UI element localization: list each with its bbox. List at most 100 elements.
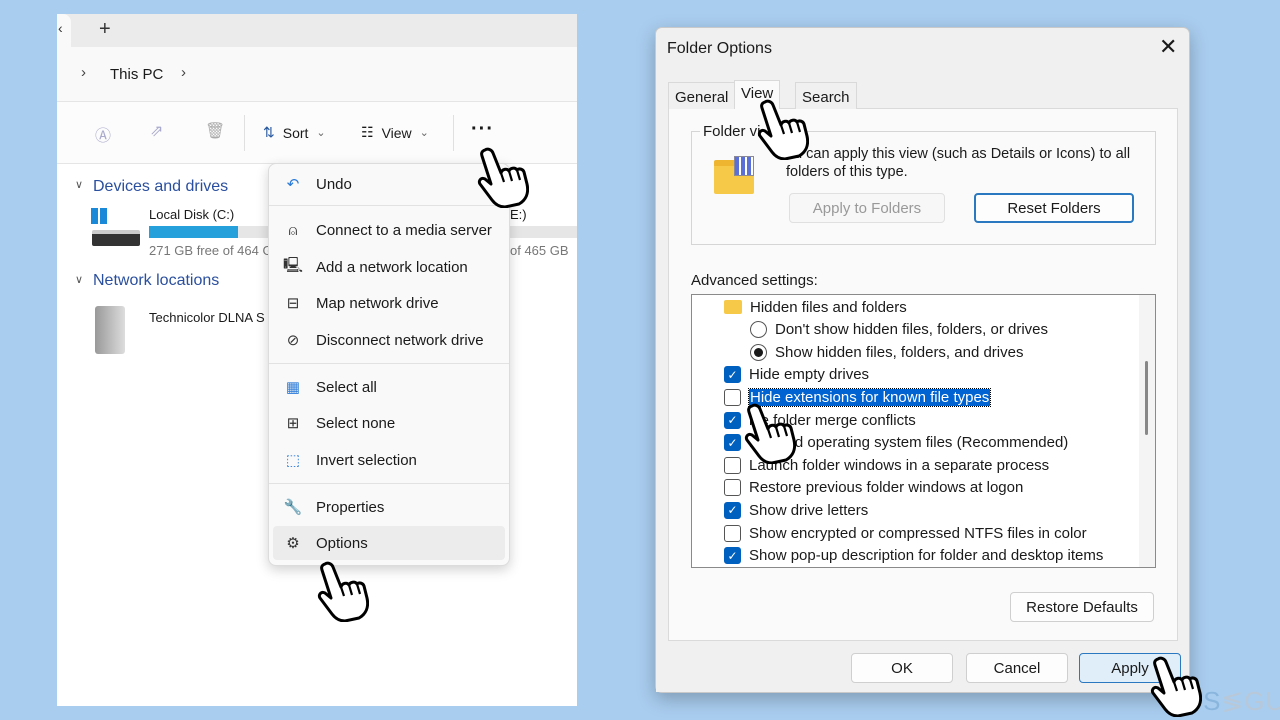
menu-label: Connect to a media server: [316, 221, 492, 239]
scrollbar[interactable]: [1139, 295, 1155, 567]
checkbox[interactable]: [724, 388, 741, 406]
sort-label: Sort: [282, 124, 309, 141]
sort-icon: ⇅: [263, 124, 275, 140]
checkbox[interactable]: ✓: [724, 411, 741, 429]
checkbox[interactable]: ✓: [724, 547, 741, 565]
divider: [269, 483, 509, 484]
close-tab-icon[interactable]: ‹: [58, 20, 63, 36]
checkbox[interactable]: [724, 456, 741, 474]
hand-cursor-icon: [742, 402, 796, 464]
setting-item[interactable]: ✓ Show pop-up description for folder and …: [724, 545, 1103, 567]
menu-label: Disconnect network drive: [316, 331, 484, 349]
chevron-down-icon[interactable]: ∨: [75, 178, 83, 191]
folder-views-legend: Folder vi: [700, 123, 764, 140]
select-none-icon: ⊞: [286, 415, 300, 432]
section-devices[interactable]: Devices and drives: [93, 178, 228, 196]
setting-label: Show hidden files, folders, and drives: [775, 343, 1024, 361]
setting-item[interactable]: Don't show hidden files, folders, or dri…: [750, 319, 1048, 341]
menu-item-disconnect-network-drive[interactable]: ⊘ Disconnect network drive: [273, 323, 505, 357]
drive-usage-fill: [149, 226, 238, 238]
checkbox[interactable]: ✓: [724, 434, 741, 452]
address-bar[interactable]: › This PC ›: [57, 47, 577, 102]
menu-label: Options: [316, 534, 368, 552]
chevron-right-icon[interactable]: ›: [181, 64, 186, 81]
menu-item-map-network-drive[interactable]: ⊟ Map network drive: [273, 286, 505, 320]
menu-item-connect-media-server[interactable]: ⍝ Connect to a media server: [273, 213, 505, 247]
menu-item-properties[interactable]: 🔧 Properties: [273, 490, 505, 524]
checkbox[interactable]: [724, 524, 741, 542]
advanced-settings-label: Advanced settings:: [691, 272, 818, 289]
menu-item-add-network-location[interactable]: 🖳 Add a network location: [273, 250, 505, 284]
radio-button[interactable]: [750, 321, 767, 339]
breadcrumb-this-pc[interactable]: This PC: [110, 66, 163, 83]
hand-cursor-icon: [1148, 655, 1202, 717]
rename-icon[interactable]: Ⓐ: [95, 122, 111, 146]
menu-label: Add a network location: [316, 258, 468, 276]
checkbox[interactable]: [724, 479, 741, 497]
menu-item-options[interactable]: ⚙ Options: [273, 526, 505, 560]
ellipsis-icon[interactable]: ···: [471, 118, 494, 141]
menu-label: Undo: [316, 175, 352, 193]
tab-general[interactable]: General: [668, 82, 736, 109]
setting-item[interactable]: Restore previous folder windows at logon: [724, 477, 1023, 499]
map-drive-icon: ⊟: [286, 295, 300, 312]
menu-item-select-all[interactable]: ▦ Select all: [273, 370, 505, 404]
section-network[interactable]: Network locations: [93, 272, 219, 290]
hand-cursor-icon: [755, 98, 809, 160]
media-server-icon: ⍝: [288, 221, 298, 239]
chevron-down-icon[interactable]: ∨: [75, 273, 83, 286]
menu-item-select-none[interactable]: ⊞ Select none: [273, 406, 505, 440]
folder-views-description: ou can apply this view (such as Details …: [786, 146, 1131, 180]
setting-label: Hide empty drives: [749, 366, 870, 384]
invert-selection-icon: ⬚: [285, 452, 301, 469]
divider: [269, 363, 509, 364]
tab-bar: ‹ +: [57, 14, 577, 47]
menu-item-invert-selection[interactable]: ⬚ Invert selection: [273, 443, 505, 477]
chevron-right-icon: ›: [81, 64, 86, 81]
network-item-name[interactable]: Technicolor DLNA S: [149, 310, 265, 325]
checkbox[interactable]: ✓: [724, 366, 741, 384]
gear-icon: ⚙: [286, 535, 300, 552]
close-icon[interactable]: ✕: [1159, 34, 1177, 60]
setting-label: Show encrypted or compressed NTFS files …: [749, 524, 1087, 542]
chevron-down-icon: ⌄: [316, 127, 326, 139]
grid-view-icon: [734, 156, 754, 176]
reset-folders-button[interactable]: Reset Folders: [974, 193, 1134, 223]
more-options-menu: ↶ Undo ⍝ Connect to a media server 🖳 Add a …: [268, 163, 510, 566]
scrollbar-thumb[interactable]: [1145, 361, 1148, 435]
menu-label: Properties: [316, 498, 385, 516]
disconnect-drive-icon: ⊘: [286, 332, 300, 349]
view-button[interactable]: ☷ View ⌄: [361, 124, 429, 141]
media-server-device-icon: [95, 306, 125, 354]
radio-button[interactable]: [750, 343, 767, 361]
drive-free-space: of 465 GB: [510, 243, 569, 258]
menu-item-undo[interactable]: ↶ Undo: [273, 167, 505, 201]
ok-button[interactable]: OK: [851, 653, 953, 683]
setting-item[interactable]: ✓ Show drive letters: [724, 499, 868, 521]
setting-item[interactable]: ✓ Hide empty drives: [724, 364, 869, 386]
apply-to-folders-button[interactable]: Apply to Folders: [789, 193, 945, 223]
checkbox[interactable]: ✓: [724, 501, 741, 519]
delete-icon[interactable]: 🗑: [205, 121, 225, 141]
share-icon[interactable]: ⇗: [150, 121, 163, 141]
menu-label: Invert selection: [316, 451, 417, 469]
cancel-button[interactable]: Cancel: [966, 653, 1068, 683]
menu-label: Map network drive: [316, 294, 439, 312]
windows-logo-icon: [91, 208, 107, 224]
setting-label: Restore previous folder windows at logon: [749, 479, 1024, 497]
drive-name[interactable]: Local Disk (C:): [149, 207, 234, 222]
select-all-icon: ▦: [285, 379, 301, 396]
setting-label: Don't show hidden files, folders, or dri…: [775, 321, 1048, 339]
setting-item[interactable]: Show hidden files, folders, and drives: [750, 341, 1023, 363]
plus-icon[interactable]: +: [99, 18, 111, 41]
folder-options-dialog: Folder Options ✕ General View Search Fol…: [655, 27, 1190, 693]
setting-label: rotected operating system files (Recomme…: [749, 434, 1069, 452]
restore-defaults-button[interactable]: Restore Defaults: [1010, 592, 1154, 622]
setting-item[interactable]: Show encrypted or compressed NTFS files …: [724, 522, 1087, 544]
drive-name[interactable]: E:): [510, 207, 527, 222]
divider: [244, 115, 245, 151]
sort-button[interactable]: ⇅ Sort ⌄: [263, 124, 326, 141]
folder-icon: [724, 300, 742, 314]
menu-label: Select all: [316, 378, 377, 396]
dialog-title: Folder Options: [667, 40, 772, 57]
